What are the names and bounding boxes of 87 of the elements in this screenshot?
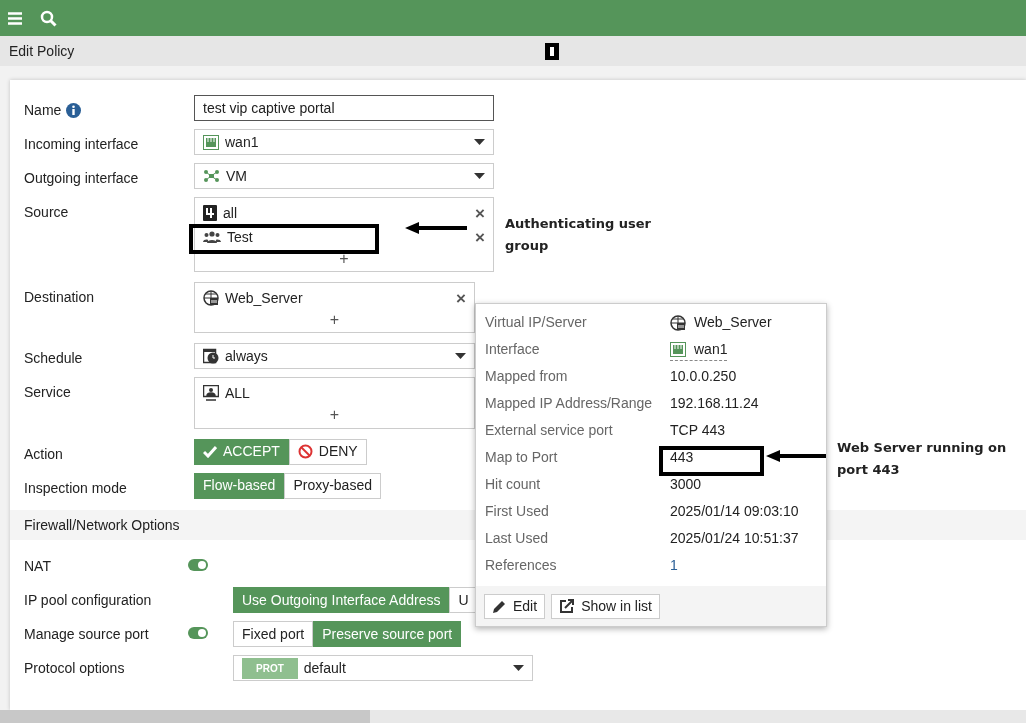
toggle-switch[interactable]: [188, 626, 208, 639]
detail-value: 10.0.0.250: [670, 367, 737, 386]
segment-button[interactable]: U: [449, 587, 478, 613]
dropdown-field[interactable]: wan1: [194, 129, 494, 155]
show-in-list-button[interactable]: Show in list: [551, 593, 660, 619]
dropdown-field[interactable]: always: [194, 343, 475, 370]
detail-label: Mapped IP Address/Range: [485, 394, 653, 413]
detail-label: References: [485, 556, 557, 575]
dropdown-field[interactable]: PROT default: [233, 655, 533, 681]
remove-button[interactable]: ×: [456, 289, 466, 307]
monitor-icon: [203, 385, 219, 402]
users-icon: [203, 231, 221, 243]
dropdown-caret-icon: [474, 139, 485, 145]
entry-label: all: [223, 203, 237, 223]
dropdown-caret-icon: [513, 665, 524, 671]
detail-label: External service port: [485, 421, 613, 440]
remove-button[interactable]: ×: [475, 228, 485, 246]
address-icon: [203, 205, 217, 221]
dropdown-caret-icon: [455, 353, 466, 360]
pointer-arrow: [405, 221, 467, 235]
clock-icon: [203, 348, 219, 365]
field-label: Protocol options: [24, 659, 125, 676]
port-icon: [670, 341, 686, 357]
dropdown-caret-icon: [474, 173, 485, 179]
field-label: Schedule: [24, 349, 83, 369]
detail-label: Virtual IP/Server: [485, 313, 587, 332]
detail-label: Hit count: [485, 475, 541, 494]
field-label: Destination: [24, 288, 95, 308]
annotation-text: Web Server running on port 443: [837, 439, 1008, 479]
add-button[interactable]: +: [329, 310, 340, 330]
segment-button[interactable]: Fixed port: [233, 621, 314, 647]
entry-label: ALL: [225, 383, 250, 403]
detail-value: Web_Server: [694, 313, 772, 332]
add-button[interactable]: +: [339, 249, 349, 269]
field-label: Action: [24, 444, 63, 464]
segment-button[interactable]: Flow-based: [194, 472, 285, 499]
dropdown-field[interactable]: VM: [194, 163, 494, 189]
field-label: Inspection mode: [24, 478, 127, 498]
port-icon: [203, 134, 219, 150]
add-button[interactable]: +: [329, 405, 340, 425]
segment-button[interactable]: ACCEPT: [194, 438, 289, 465]
marker-icon: [545, 43, 559, 60]
detail-value: 3000: [670, 475, 702, 494]
page-title: Edit Policy: [9, 41, 75, 61]
toggle-switch[interactable]: [188, 558, 208, 571]
field-label: Service: [24, 383, 71, 403]
detail-value[interactable]: wan1: [694, 338, 728, 360]
detail-label: Mapped from: [485, 367, 568, 386]
info-icon: [66, 103, 82, 118]
segment-button[interactable]: Use Outgoing Interface Address: [233, 587, 450, 613]
pointer-arrow: [766, 449, 826, 463]
multi-select-field[interactable]: Web_Server × +: [194, 282, 475, 334]
field-label: Incoming interface: [24, 135, 139, 154]
check-icon: [203, 445, 217, 458]
detail-value: 443: [670, 448, 694, 467]
annotation-text: Authenticating user group: [505, 215, 652, 255]
ban-icon: [297, 444, 313, 460]
multi-select-field[interactable]: all × Test × +: [194, 197, 494, 273]
detail-label: Map to Port: [485, 448, 558, 467]
remove-button[interactable]: ×: [475, 204, 485, 222]
pencil-icon: [492, 598, 507, 614]
protocol-tag: PROT: [242, 657, 298, 679]
name-field[interactable]: test vip captive portal: [194, 95, 494, 121]
search-icon[interactable]: [40, 9, 57, 27]
detail-value: TCP 443: [670, 421, 725, 440]
field-label: Manage source port: [24, 625, 149, 642]
detail-value[interactable]: 1: [670, 555, 678, 576]
network-icon: [203, 169, 220, 183]
field-label: Name: [24, 101, 62, 120]
scrollbar-thumb[interactable]: [0, 710, 370, 723]
detail-label: Interface: [485, 340, 540, 359]
segment-button[interactable]: DENY: [288, 438, 367, 465]
segment-button[interactable]: Proxy-based: [284, 472, 381, 499]
segment-button[interactable]: Preserve source port: [313, 621, 462, 647]
external-link-icon: [559, 598, 576, 614]
globe-server-icon: [203, 290, 219, 307]
globe-server-icon: [670, 314, 686, 331]
field-label: IP pool configuration: [24, 591, 152, 608]
entry-label: Web_Server: [225, 288, 303, 308]
menu-icon[interactable]: [8, 11, 22, 25]
edit-button[interactable]: Edit: [484, 593, 546, 619]
field-label: Source: [24, 203, 69, 222]
detail-value: 192.168.11.24: [670, 394, 759, 413]
field-label: Outgoing interface: [24, 169, 139, 188]
field-label: NAT: [24, 557, 51, 574]
entry-label: Test: [227, 227, 253, 247]
multi-select-field[interactable]: ALL +: [194, 377, 475, 429]
